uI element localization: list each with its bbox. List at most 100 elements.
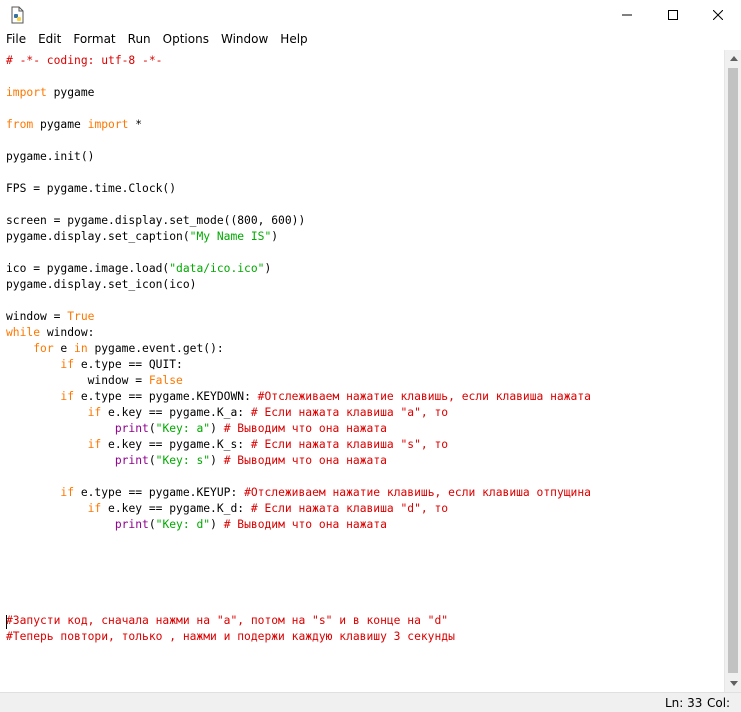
- code-line: pygame.display.set_icon(ico): [6, 277, 591, 293]
- code-token: e.type == QUIT:: [74, 358, 183, 371]
- maximize-button[interactable]: [650, 0, 696, 30]
- code-line: print("Key: d") # Выводим что она нажата: [6, 517, 591, 533]
- code-token: pygame.display.set_icon(ico): [6, 278, 197, 291]
- scroll-down-icon: [729, 681, 738, 686]
- string-token: "Key: s": [155, 454, 211, 467]
- comment-token: #Отслеживаем нажатие клавишь, если клави…: [244, 486, 591, 499]
- keyword-token: for: [33, 342, 54, 355]
- code-line: pygame.display.set_caption("My Name IS"): [6, 229, 591, 245]
- close-button[interactable]: [695, 0, 741, 30]
- code-line: window = False: [6, 373, 591, 389]
- string-token: "Key: d": [155, 518, 211, 531]
- scroll-down-button[interactable]: [725, 675, 741, 692]
- code-token: (: [148, 422, 156, 435]
- minimize-button[interactable]: [604, 0, 650, 30]
- string-token: "Key: a": [155, 422, 211, 435]
- scroll-up-icon: [729, 56, 738, 61]
- code-token: window =: [6, 374, 149, 387]
- menu-window[interactable]: Window: [215, 30, 274, 49]
- code-token: e.type == pygame.KEYUP:: [74, 486, 245, 499]
- builtin-token: print: [114, 518, 149, 531]
- string-token: "My Name IS": [189, 230, 272, 243]
- code-token: e.key == pygame.K_a:: [101, 406, 251, 419]
- title-bar[interactable]: [0, 0, 741, 30]
- code-token: ): [210, 422, 224, 435]
- code-token: (: [148, 454, 156, 467]
- keyword-token: if: [87, 438, 102, 451]
- code-token: e.key == pygame.K_s:: [101, 438, 251, 451]
- python-file-icon: [11, 6, 24, 24]
- code-token: pygame.init(): [6, 150, 95, 163]
- keyword-token: if: [60, 486, 75, 499]
- menu-edit[interactable]: Edit: [32, 30, 67, 49]
- code-token: screen = pygame.display.set_mode((800, 6…: [6, 214, 306, 227]
- code-line: print("Key: a") # Выводим что она нажата: [6, 421, 591, 437]
- code-token: ico = pygame.image.load(: [6, 262, 170, 275]
- code-line: import pygame: [6, 85, 591, 101]
- scroll-up-button[interactable]: [725, 50, 741, 67]
- code-token: ): [210, 454, 224, 467]
- menu-options[interactable]: Options: [157, 30, 215, 49]
- code-token: e: [53, 342, 75, 355]
- code-token: ): [210, 518, 224, 531]
- code-line: if e.type == pygame.KEYDOWN: #Отслеживае…: [6, 389, 591, 405]
- code-token: pygame.event.get():: [87, 342, 224, 355]
- code-token: e.type == pygame.KEYDOWN:: [74, 390, 258, 403]
- menu-file[interactable]: File: [0, 30, 32, 49]
- builtin-token: print: [114, 422, 149, 435]
- code-line: print("Key: s") # Выводим что она нажата: [6, 453, 591, 469]
- code-token: e.key == pygame.K_d:: [101, 502, 251, 515]
- comment-token: # Выводим что она нажата: [223, 518, 387, 531]
- minimize-icon: [622, 14, 632, 16]
- column-number-status: Col: 0: [707, 696, 731, 712]
- code-line: screen = pygame.display.set_mode((800, 6…: [6, 213, 591, 229]
- keyword-token: while: [6, 326, 41, 339]
- keyword-token: import: [6, 86, 47, 99]
- vertical-scrollbar[interactable]: [724, 50, 741, 692]
- line-number-status: Ln: 33: [665, 696, 703, 710]
- code-token: FPS = pygame.time.Clock(): [6, 182, 177, 195]
- code-line: if e.key == pygame.K_a: # Если нажата кл…: [6, 405, 591, 421]
- menu-run[interactable]: Run: [122, 30, 157, 49]
- code-line: if e.type == pygame.KEYUP: #Отслеживаем …: [6, 485, 591, 501]
- code-line: while window:: [6, 325, 591, 341]
- keyword-token: from: [6, 118, 34, 131]
- string-token: "data/ico.ico": [169, 262, 265, 275]
- close-icon: [713, 10, 723, 20]
- keyword-token: False: [148, 374, 183, 387]
- comment-token: # Выводим что она нажата: [223, 454, 387, 467]
- comment-token: # Если нажата клавиша "d", то: [250, 502, 449, 515]
- code-line: if e.key == pygame.K_d: # Если нажата кл…: [6, 501, 591, 517]
- comment-token: # Если нажата клавиша "a", то: [250, 406, 449, 419]
- code-line: from pygame import *: [6, 117, 591, 133]
- text-cursor: [6, 615, 7, 629]
- menu-format[interactable]: Format: [67, 30, 121, 49]
- code-line: if e.key == pygame.K_s: # Если нажата кл…: [6, 437, 591, 453]
- code-editor[interactable]: # -*- coding: utf-8 -*- import pygame from…: [0, 50, 724, 692]
- code-token: window:: [40, 326, 95, 339]
- comment-token: #Отслеживаем нажатие клавишь, если клави…: [257, 390, 591, 403]
- maximize-icon: [668, 10, 678, 20]
- keyword-token: if: [87, 502, 102, 515]
- code-line: pygame.init(): [6, 149, 591, 165]
- keyword-token: import: [87, 118, 129, 131]
- code-token: ): [264, 262, 272, 275]
- menu-help[interactable]: Help: [274, 30, 313, 49]
- scroll-thumb[interactable]: [728, 68, 738, 673]
- code-line: ico = pygame.image.load("data/ico.ico"): [6, 261, 591, 277]
